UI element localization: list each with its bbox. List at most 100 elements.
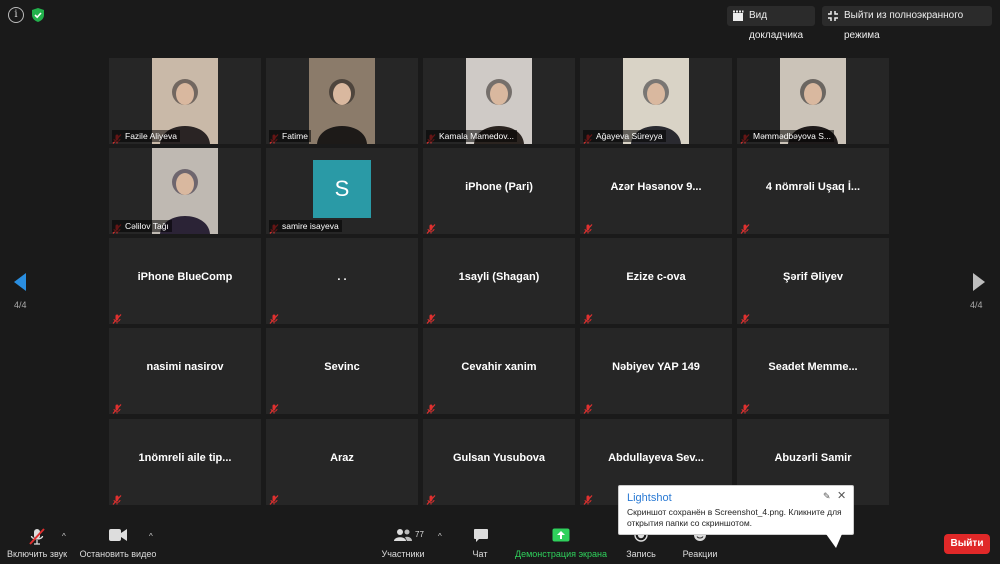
participant-tile[interactable]: . . xyxy=(266,238,418,324)
participant-name-label: Ağayeva Süreyya xyxy=(583,130,666,142)
participant-display-name: Azər Həsənov 9... xyxy=(610,181,702,193)
participant-display-name: Abuzərli Samir xyxy=(774,452,852,464)
participants-button[interactable]: Участники xyxy=(377,522,429,564)
chat-label: Чат xyxy=(472,549,488,559)
video-options-caret-icon[interactable]: ^ xyxy=(149,532,153,541)
stop-video-button[interactable]: Остановить видео xyxy=(78,522,158,564)
participant-avatar: S xyxy=(313,160,371,218)
participant-display-name: Nəbiyev YAP 149 xyxy=(612,361,700,373)
audio-options-caret-icon[interactable]: ^ xyxy=(62,532,66,541)
participants-options-caret-icon[interactable]: ^ xyxy=(438,532,442,541)
participant-display-name: 4 nömrəli Uşaq İ... xyxy=(765,181,861,193)
participant-tile[interactable]: Azər Həsənov 9... xyxy=(580,148,732,234)
participant-tile[interactable]: Ezize c-ova xyxy=(580,238,732,324)
participant-display-name: iPhone BlueComp xyxy=(137,271,233,283)
muted-microphone-icon xyxy=(269,401,279,414)
participant-grid: Fazile Aliyeva Fatime Kamala Mamedov... Ağa… xyxy=(109,58,891,505)
participant-name-label: Kamala Mamedov... xyxy=(426,130,517,142)
lightshot-notification[interactable]: Lightshot ✎ ✕ Скриншот сохранён в Screen… xyxy=(618,485,854,535)
top-bar: i Вид докладчика Выйти из полноэкранного… xyxy=(0,0,1000,41)
participant-tile[interactable]: Sevinc xyxy=(266,328,418,414)
participant-tile[interactable]: nasimi nasirov xyxy=(109,328,261,414)
participant-tile[interactable]: Gulsan Yusubova xyxy=(423,419,575,505)
participant-display-name: Araz xyxy=(330,452,354,464)
muted-microphone-icon xyxy=(583,401,593,414)
muted-microphone-icon xyxy=(426,401,436,414)
share-screen-icon xyxy=(552,528,570,542)
page-indicator-right: 4/4 xyxy=(970,300,983,310)
share-screen-button[interactable]: Демонстрация экрана xyxy=(512,522,610,564)
reactions-label: Реакции xyxy=(682,549,718,559)
participant-tile[interactable]: Şərif Əliyev xyxy=(737,238,889,324)
participant-display-name: iPhone (Pari) xyxy=(465,181,533,193)
participant-tile[interactable]: Fatime xyxy=(266,58,418,144)
participant-display-name: Cevahir xanim xyxy=(461,361,537,373)
leave-meeting-button[interactable]: Выйти xyxy=(944,534,990,554)
participant-name-label: Məmmədbəyova S... xyxy=(740,130,834,142)
participant-tile[interactable]: iPhone BlueComp xyxy=(109,238,261,324)
share-screen-label: Демонстрация экрана xyxy=(515,549,607,559)
participant-tile[interactable]: Cevahir xanim xyxy=(423,328,575,414)
pin-icon[interactable]: ✎ xyxy=(823,491,831,502)
muted-microphone-icon xyxy=(112,311,122,324)
participant-tile[interactable]: Nəbiyev YAP 149 xyxy=(580,328,732,414)
video-camera-icon xyxy=(109,529,127,541)
participant-tile[interactable]: Kamala Mamedov... xyxy=(423,58,575,144)
participants-icon xyxy=(394,529,412,541)
muted-microphone-icon xyxy=(426,221,436,234)
next-page-arrow-icon[interactable] xyxy=(972,272,986,292)
record-label: Запись xyxy=(626,549,656,559)
unmute-button[interactable]: Включить звук xyxy=(2,522,72,564)
participant-tile[interactable]: Məmmədbəyova S... xyxy=(737,58,889,144)
participant-tile[interactable]: Cəlilov Tağı xyxy=(109,148,261,234)
participant-name-label: Fazile Aliyeva xyxy=(112,130,180,142)
participant-display-name: Seadet Memme... xyxy=(768,361,858,373)
exit-fullscreen-label: Выйти из полноэкранного режима xyxy=(844,10,964,41)
muted-microphone-icon xyxy=(740,311,750,324)
unmute-label: Включить звук xyxy=(6,549,68,559)
participant-name-label: Cəlilov Tağı xyxy=(112,220,172,232)
participant-display-name: Abdullayeva Sev... xyxy=(608,452,704,464)
participant-display-name: 1sayli (Shagan) xyxy=(458,271,540,283)
participant-tile[interactable]: 1nömreli aile tip... xyxy=(109,419,261,505)
muted-microphone-icon xyxy=(426,492,436,505)
participant-tile[interactable]: Ssamire isayeva xyxy=(266,148,418,234)
chat-button[interactable]: Чат xyxy=(465,522,495,564)
participant-display-name: Şərif Əliyev xyxy=(783,271,843,283)
participant-tile[interactable]: 4 nömrəli Uşaq İ... xyxy=(737,148,889,234)
participant-display-name: Ezize c-ova xyxy=(626,271,686,283)
muted-microphone-icon xyxy=(583,221,593,234)
info-icon[interactable]: i xyxy=(8,7,24,23)
page-indicator-left: 4/4 xyxy=(14,300,27,310)
muted-microphone-icon xyxy=(269,311,279,324)
participant-tile[interactable]: Fazile Aliyeva xyxy=(109,58,261,144)
exit-fullscreen-button[interactable]: Выйти из полноэкранного режима xyxy=(822,6,992,41)
chat-bubble-icon xyxy=(474,529,488,542)
participant-tile[interactable]: Ağayeva Süreyya xyxy=(580,58,732,144)
notification-title: Lightshot xyxy=(627,492,672,504)
participants-count: 77 xyxy=(415,530,424,539)
participant-tile[interactable]: Seadet Memme... xyxy=(737,328,889,414)
muted-microphone-icon xyxy=(112,401,122,414)
participant-tile[interactable]: Araz xyxy=(266,419,418,505)
participant-display-name: nasimi nasirov xyxy=(146,361,224,373)
speaker-view-button[interactable]: Вид докладчика xyxy=(727,6,815,41)
participant-display-name: 1nömreli aile tip... xyxy=(138,452,232,464)
shield-icon[interactable] xyxy=(30,7,46,23)
participant-name-label: samire isayeva xyxy=(269,220,342,232)
close-icon[interactable]: ✕ xyxy=(837,489,846,502)
muted-microphone-icon xyxy=(112,492,122,505)
exit-fullscreen-icon xyxy=(828,11,838,21)
speaker-view-label: Вид докладчика xyxy=(749,10,804,41)
participant-tile[interactable]: iPhone (Pari) xyxy=(423,148,575,234)
participant-tile[interactable]: 1sayli (Shagan) xyxy=(423,238,575,324)
muted-microphone-icon xyxy=(426,311,436,324)
participant-video xyxy=(309,58,375,144)
muted-microphone-icon xyxy=(740,221,750,234)
muted-microphone-icon xyxy=(29,528,45,545)
participant-display-name: Gulsan Yusubova xyxy=(452,452,546,464)
muted-microphone-icon xyxy=(740,401,750,414)
muted-microphone-icon xyxy=(583,311,593,324)
muted-microphone-icon xyxy=(583,492,593,505)
previous-page-arrow-icon[interactable] xyxy=(13,272,27,292)
